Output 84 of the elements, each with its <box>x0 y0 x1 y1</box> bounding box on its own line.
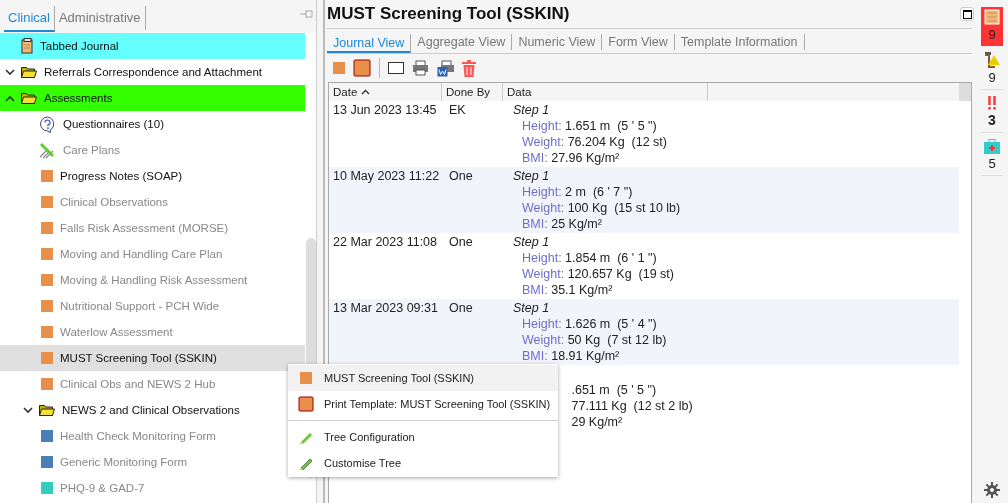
author-cell: One <box>449 301 473 315</box>
alert-badge[interactable]: 9 <box>981 50 1003 90</box>
blank-page-icon[interactable] <box>388 62 404 74</box>
column-header[interactable]: Data <box>503 83 708 101</box>
reading-label: Weight: <box>522 333 565 347</box>
print-template-icon[interactable] <box>353 59 371 77</box>
reading-label: Height: <box>522 251 562 265</box>
pencil-icon <box>39 141 56 159</box>
reading-value: 27.96 Kg/m² <box>551 151 620 165</box>
chevron-icon[interactable] <box>5 68 15 76</box>
date-cell: 22 Mar 2023 11:08 <box>333 235 437 249</box>
chevron-icon[interactable] <box>23 406 33 414</box>
trash-icon[interactable] <box>462 59 476 77</box>
tab[interactable]: Template Information <box>674 34 805 50</box>
tree-item[interactable]: Tabbed Journal <box>0 33 305 59</box>
folder-icon <box>21 66 37 78</box>
menu-item[interactable]: MUST Screening Tool (SSKIN) <box>288 365 558 391</box>
question-icon <box>39 115 56 133</box>
step-heading: Step 1 <box>513 169 551 185</box>
tab[interactable]: Form View <box>602 34 675 50</box>
reading-value: 25 Kg/m² <box>551 217 602 231</box>
word-document-icon[interactable] <box>437 59 454 77</box>
journal-icon <box>21 38 33 54</box>
exclamation-icon <box>987 96 997 110</box>
date-cell: 13 Mar 2023 09:31 <box>333 301 438 315</box>
reading-label: Height: <box>522 317 562 331</box>
date-cell: 13 Jun 2023 13:45 <box>333 103 437 117</box>
warning-icon <box>984 52 1000 68</box>
print-template-icon <box>298 396 314 412</box>
reading-value: .651 m (5 ' 5 ") <box>571 383 657 397</box>
reading-label: BMI: <box>522 151 548 165</box>
tree-item[interactable]: Referrals Correspondence and Attachment <box>0 59 305 85</box>
reading-value: 100 Kg (15 st 10 lb) <box>567 201 681 215</box>
author-cell: EK <box>449 103 466 117</box>
maximize-button[interactable] <box>960 7 974 21</box>
step-heading: Step 1 <box>513 103 551 119</box>
step-heading: Step 1 <box>513 301 551 317</box>
reading-label: BMI: <box>522 217 548 231</box>
tree-item[interactable]: Questionnaires (10) <box>0 111 305 137</box>
reading-value: 76.204 Kg (12 st) <box>567 135 667 149</box>
folder-icon <box>21 92 37 104</box>
reading-value: 50 Kg (7 st 12 lb) <box>567 333 667 347</box>
author-cell: One <box>449 169 473 183</box>
reading-value: 120.657 Kg (19 st) <box>567 267 674 281</box>
tab[interactable]: Numeric View <box>512 34 603 50</box>
medical-kit-icon <box>984 139 1000 154</box>
alert-badge[interactable]: 5 <box>981 137 1003 176</box>
reading-value: 77.111 Kg (12 st 2 lb) <box>571 399 693 413</box>
tree-item[interactable]: MUST Screening Tool (SSKIN) <box>0 345 305 371</box>
step-heading: Step 1 <box>513 235 551 251</box>
reading-value: 29 Kg/m² <box>571 415 623 429</box>
tree-item[interactable]: Assessments <box>0 85 305 111</box>
alert-badge[interactable]: 9 <box>981 7 1003 46</box>
reading-value: 2 m (6 ' 7 ") <box>565 185 633 199</box>
settings-icon[interactable] <box>984 482 1000 498</box>
reading-label: BMI: <box>522 349 548 363</box>
tab[interactable]: Administrative <box>54 6 146 30</box>
form-title: MUST Screening Tool (SSKIN) <box>327 4 570 24</box>
reading-label: Weight: <box>522 135 565 149</box>
alert-badge[interactable]: 3 <box>981 94 1003 133</box>
tab[interactable]: Journal View <box>327 34 412 53</box>
reading-label: Weight: <box>522 267 565 281</box>
date-cell: 10 May 2023 11:22 <box>333 169 440 183</box>
reading-value: 35.1 Kg/m² <box>551 283 613 297</box>
reading-value: 1.651 m (5 ' 5 ") <box>565 119 657 133</box>
author-cell: One <box>449 235 473 249</box>
chevron-icon[interactable] <box>5 94 15 102</box>
tab[interactable]: Aggregate View <box>411 34 513 50</box>
reading-value: 18.91 Kg/m² <box>551 349 620 363</box>
reading-label: Height: <box>522 119 562 133</box>
form-icon <box>300 372 312 384</box>
reading-label: Height: <box>522 185 562 199</box>
column-header[interactable]: Done By <box>442 83 503 101</box>
print-icon[interactable] <box>412 60 429 76</box>
tree-item[interactable]: Progress Notes (SOAP) <box>0 163 305 189</box>
reading-label: BMI: <box>522 283 548 297</box>
reading-value: 1.854 m (6 ' 1 ") <box>565 251 657 265</box>
reading-label: Weight: <box>522 201 565 215</box>
column-header[interactable]: Date <box>329 83 442 101</box>
scrollbar-track <box>959 83 971 101</box>
journal-icon <box>984 9 1000 25</box>
sort-icon <box>361 89 371 95</box>
folder-icon <box>39 404 55 416</box>
reading-value: 1.626 m (5 ' 4 ") <box>565 317 657 331</box>
